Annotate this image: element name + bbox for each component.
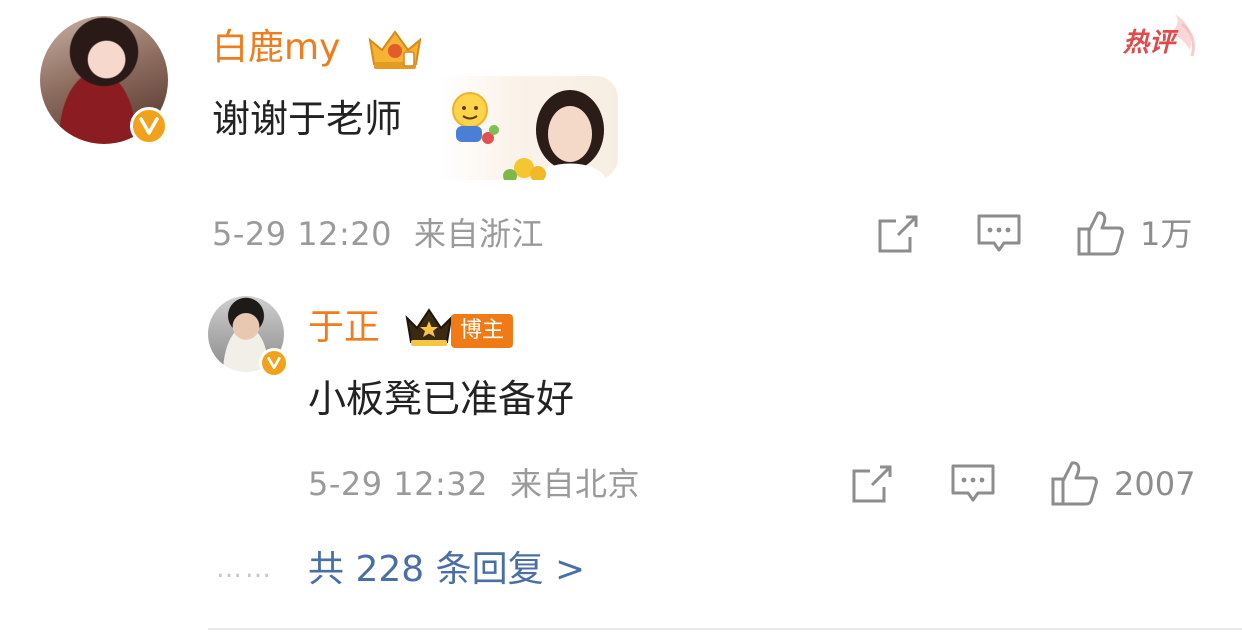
view-more-replies-link[interactable]: 共 228 条回复 >: [308, 552, 585, 588]
reply-text: 小板凳已准备好: [308, 377, 575, 421]
comment-icon[interactable]: [950, 463, 996, 505]
comment-text: 谢谢于老师: [212, 97, 403, 141]
like-icon[interactable]: [1050, 459, 1100, 507]
divider: [208, 628, 1242, 630]
emoji-icon: [448, 90, 502, 152]
like-icon[interactable]: [1076, 209, 1126, 257]
commenter-name[interactable]: 白鹿my: [212, 30, 340, 66]
share-icon[interactable]: [876, 213, 920, 257]
reply-like-count: 2007: [1114, 465, 1196, 503]
comment-location: 来自浙江: [414, 215, 545, 253]
hot-comment-label: 热评: [1123, 28, 1176, 58]
crown-icon: [403, 306, 455, 352]
crown-icon: [366, 26, 424, 76]
reply-author-name[interactable]: 于正: [308, 310, 380, 346]
comment-icon[interactable]: [976, 213, 1022, 255]
comment-like-count: 1万: [1140, 215, 1193, 253]
reply-timestamp: 5-29 12:32: [308, 465, 489, 503]
verified-icon: [130, 107, 168, 145]
comment-timestamp: 5-29 12:20: [212, 215, 393, 253]
share-icon[interactable]: [850, 463, 894, 507]
more-dots: ……: [216, 554, 274, 584]
reply-location: 来自北京: [510, 465, 641, 503]
blogger-badge: 博主: [451, 314, 513, 348]
verified-icon: [259, 348, 289, 378]
